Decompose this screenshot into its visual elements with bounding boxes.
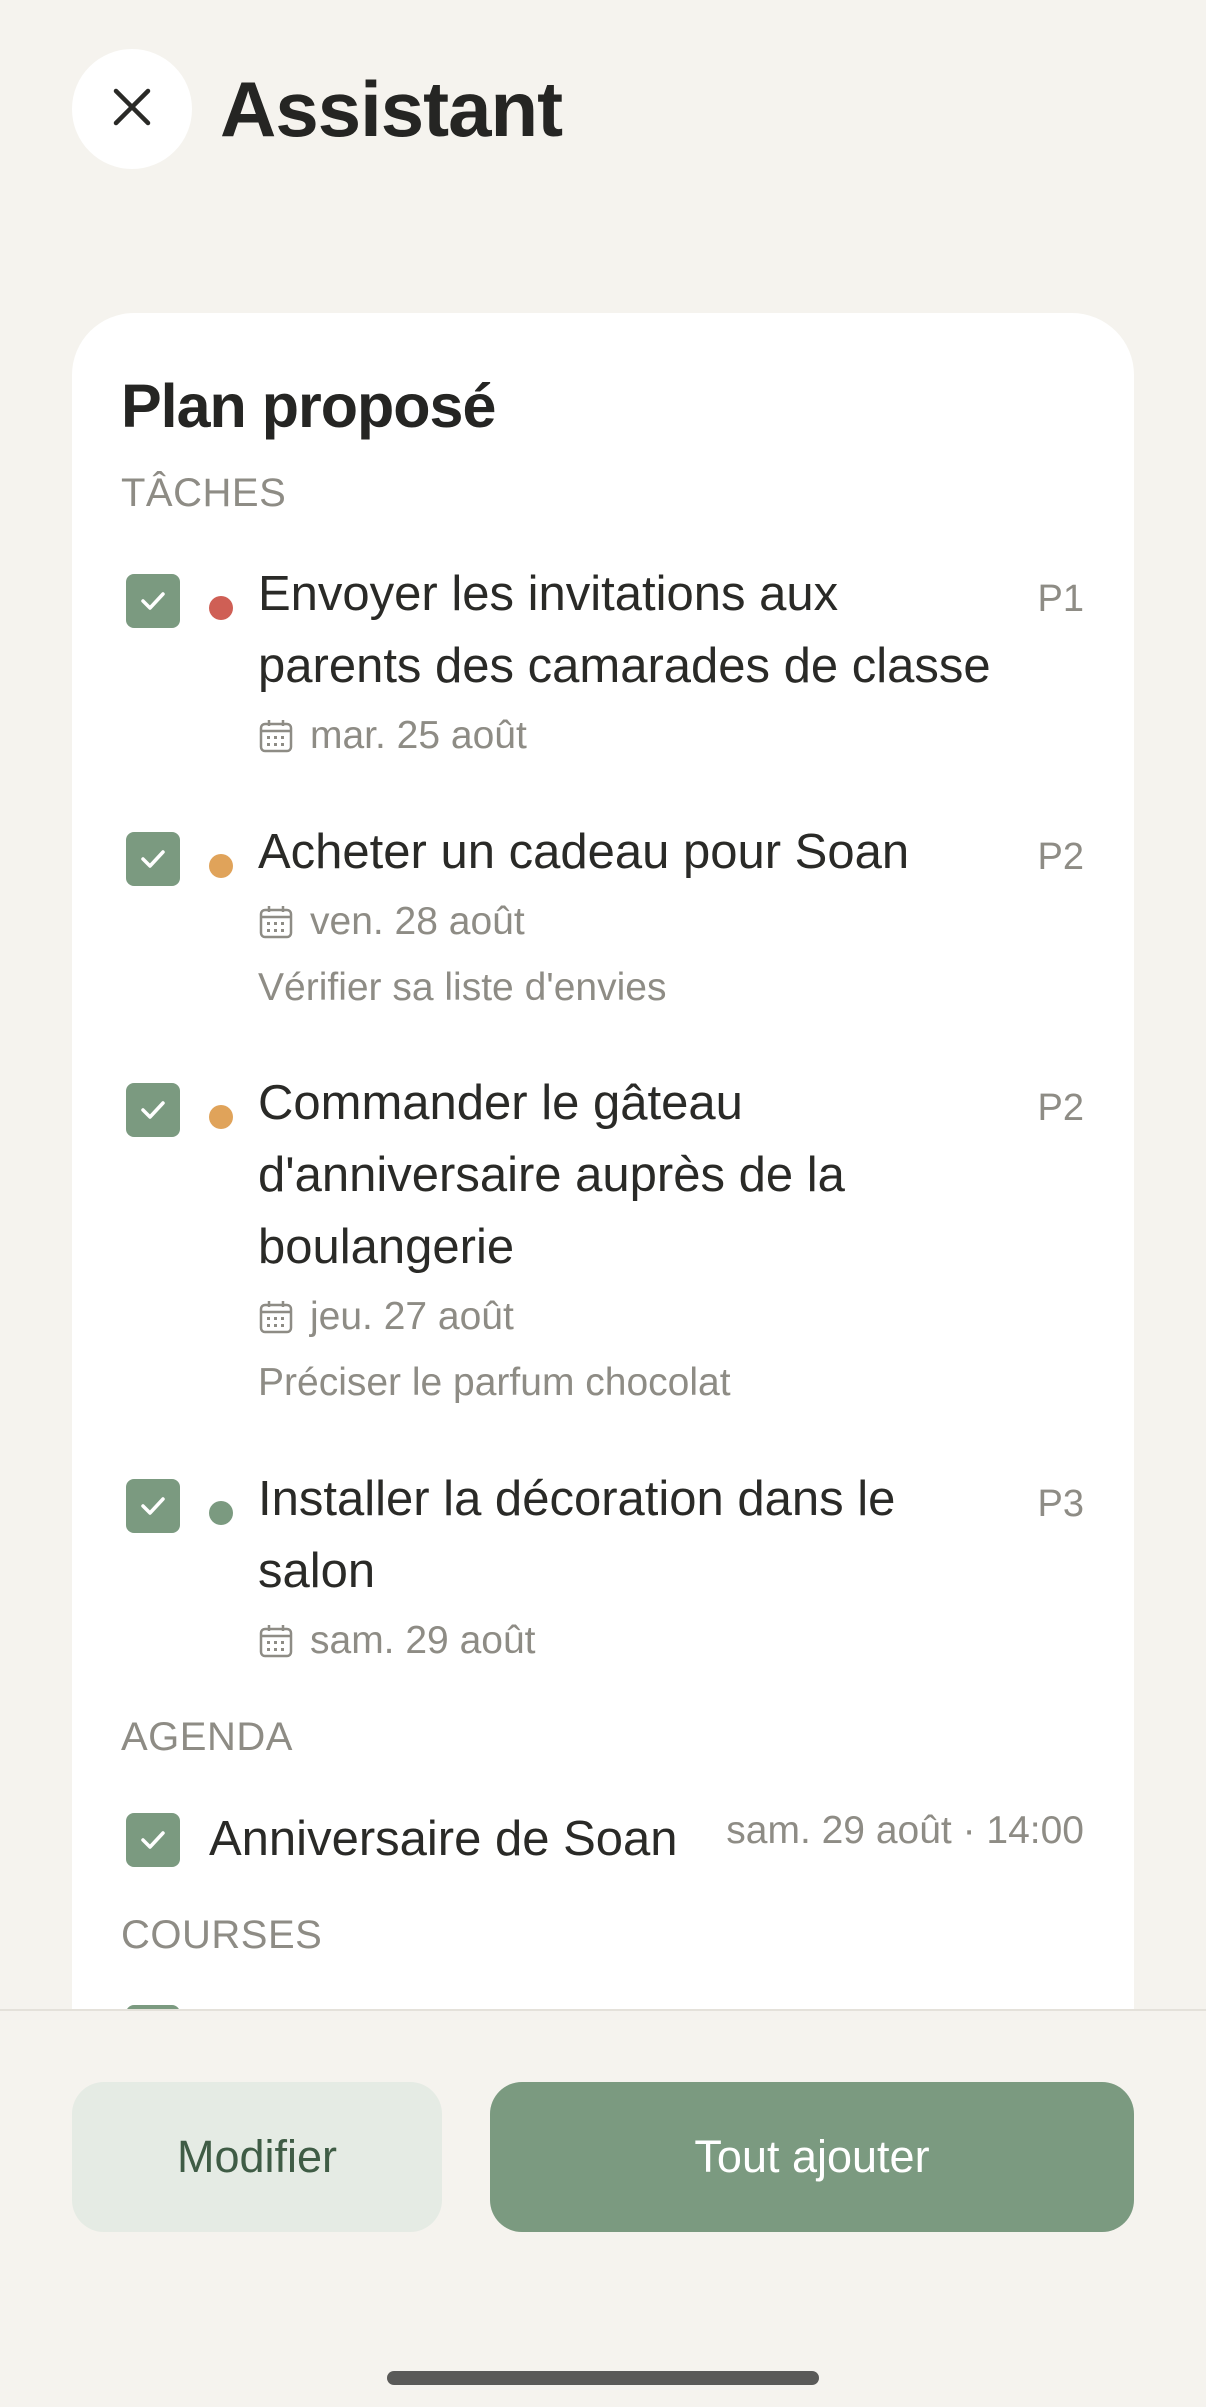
task-checkbox[interactable] (126, 1479, 180, 1533)
check-icon (141, 592, 165, 610)
calendar-icon (259, 1301, 293, 1334)
task-title-line: boulangerie (258, 1220, 515, 1274)
task-title-line: Installer la décoration dans le (258, 1472, 896, 1526)
task-title: Acheter un cadeau pour Soan (258, 816, 1018, 888)
priority-label: P1 (1037, 578, 1084, 620)
plan-card: Plan proposé TÂCHES Envoyer les invitati… (72, 313, 1134, 2013)
task-checkbox[interactable] (126, 832, 180, 886)
check-icon (141, 1831, 165, 1849)
priority-label: P2 (1037, 1087, 1084, 1129)
priority-dot (209, 596, 233, 620)
section-label-tasks: TÂCHES (121, 471, 287, 515)
priority-dot (209, 1501, 233, 1525)
task-title-line: parents des camarades de classe (258, 639, 991, 693)
task-date-text: mar. 25 août (310, 714, 527, 757)
task-note: Préciser le parfum chocolat (258, 1361, 731, 1404)
calendar-icon (259, 906, 293, 939)
section-label-agenda: AGENDA (121, 1715, 293, 1759)
task-note: Vérifier sa liste d'envies (258, 966, 667, 1009)
task-date: ven. 28 août (258, 900, 525, 944)
task-title: Envoyer les invitations aux parents des … (258, 558, 1018, 702)
footer-actions: Modifier Tout ajouter (0, 2011, 1206, 2407)
close-button[interactable] (72, 49, 192, 169)
task-date-text: jeu. 27 août (310, 1295, 514, 1338)
add-all-button[interactable]: Tout ajouter (490, 2082, 1134, 2232)
task-title-line: salon (258, 1544, 376, 1598)
close-icon (112, 87, 152, 132)
assistant-sheet: Assistant Plan proposé TÂCHES Envoyer le… (0, 0, 1206, 2407)
calendar-icon (259, 1625, 293, 1658)
check-icon (141, 850, 165, 868)
task-checkbox[interactable] (126, 574, 180, 628)
task-title-line: Envoyer les invitations aux (258, 567, 839, 621)
task-date: jeu. 27 août (258, 1295, 514, 1339)
task-checkbox[interactable] (126, 1083, 180, 1137)
calendar-icon (259, 720, 293, 753)
header: Assistant (72, 48, 563, 170)
check-icon (141, 1497, 165, 1515)
priority-label: P3 (1037, 1483, 1084, 1525)
check-icon (141, 1101, 165, 1119)
priority-label: P2 (1037, 836, 1084, 878)
task-title: Commander le gâteau d'anniversaire auprè… (258, 1067, 1018, 1283)
agenda-datetime: sam. 29 août · 14:00 (726, 1809, 1084, 1852)
plan-title: Plan proposé (121, 372, 496, 440)
page-title: Assistant (220, 64, 563, 153)
agenda-title: Anniversaire de Soan (209, 1812, 678, 1866)
section-label-courses: COURSES (121, 1913, 323, 1957)
task-title-line: d'anniversaire auprès de la (258, 1148, 845, 1202)
priority-dot (209, 1105, 233, 1129)
task-title-line: Commander le gâteau (258, 1076, 743, 1130)
task-date: mar. 25 août (258, 714, 527, 758)
task-title-line: Acheter un cadeau pour Soan (258, 825, 910, 879)
home-indicator[interactable] (387, 2371, 819, 2385)
task-date: sam. 29 août (258, 1619, 535, 1663)
modify-button[interactable]: Modifier (72, 2082, 442, 2232)
task-title: Installer la décoration dans le salon (258, 1463, 1018, 1607)
priority-dot (209, 854, 233, 878)
task-date-text: sam. 29 août (310, 1619, 536, 1662)
agenda-checkbox[interactable] (126, 1813, 180, 1867)
task-date-text: ven. 28 août (310, 900, 525, 943)
